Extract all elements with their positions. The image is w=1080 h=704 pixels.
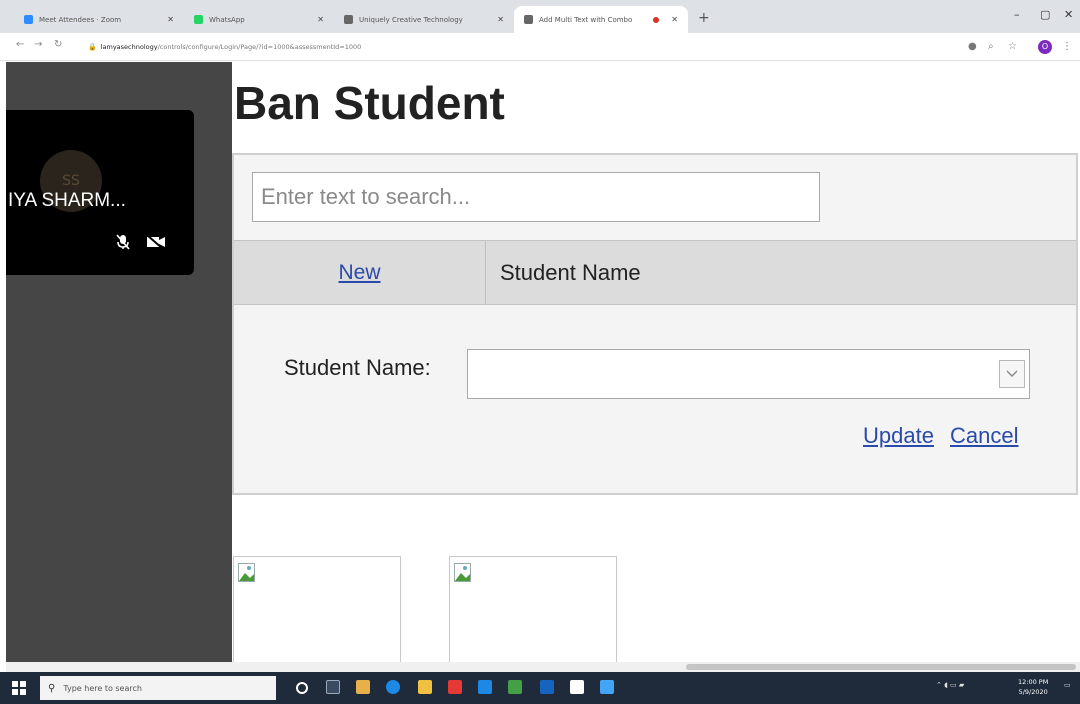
page-title: Ban Student: [234, 77, 505, 129]
office-icon[interactable]: [448, 680, 462, 694]
address-host: lamyasechnology: [100, 43, 158, 51]
browser-tab[interactable]: Uniquely Creative Technology ✕: [334, 6, 514, 33]
scrollbar-thumb[interactable]: [686, 664, 1076, 670]
student-grid: New Student Name Student Name: Update Ca…: [232, 153, 1078, 495]
menu-icon[interactable]: ⋮: [1062, 41, 1072, 52]
tab-label: Uniquely Creative Technology: [359, 15, 463, 24]
maximize-icon[interactable]: ▢: [1040, 8, 1050, 21]
broken-image-icon: [238, 563, 256, 583]
windows-taskbar: ⚲ Type here to search ⌃ ◖ ▭ ▰ 12:00 PM 5…: [0, 672, 1080, 704]
word-icon[interactable]: [540, 680, 554, 694]
close-tab-icon[interactable]: ✕: [489, 15, 504, 24]
browser-tab-active[interactable]: Add Multi Text with Combo ✕: [514, 6, 688, 33]
microphone-muted-icon: [116, 234, 130, 254]
image-placeholder: [233, 556, 401, 666]
meeting-side-panel: SS IYA SHARM...: [6, 62, 232, 662]
close-tab-icon[interactable]: ✕: [159, 15, 174, 24]
task-view-icon[interactable]: [326, 680, 340, 694]
system-tray-icons[interactable]: ⌃ ◖ ▭ ▰: [936, 681, 964, 689]
edit-form-row: Student Name: Update Cancel: [234, 305, 1076, 493]
reload-icon[interactable]: ↻: [54, 39, 62, 50]
tab-label: WhatsApp: [209, 15, 245, 24]
back-icon[interactable]: ←: [16, 39, 24, 50]
close-tab-icon[interactable]: ✕: [663, 15, 678, 24]
participant-name: IYA SHARM...: [8, 190, 126, 211]
new-link[interactable]: New: [338, 261, 380, 285]
dropdown-button[interactable]: [999, 360, 1025, 388]
whatsapp-icon: [194, 15, 203, 24]
edge-icon[interactable]: [386, 680, 400, 694]
taskbar-clock[interactable]: 12:00 PM 5/9/2020: [1018, 677, 1048, 697]
search-icon: ⚲: [48, 682, 56, 694]
update-link[interactable]: Update: [863, 423, 934, 449]
cancel-link[interactable]: Cancel: [950, 423, 1018, 449]
close-window-icon[interactable]: ✕: [1064, 8, 1073, 21]
store-icon[interactable]: [478, 680, 492, 694]
clock-date: 5/9/2020: [1018, 688, 1048, 696]
chevron-down-icon: [1006, 367, 1018, 381]
browser-tab[interactable]: Meet Attendees · Zoom ✕: [14, 6, 184, 33]
windows-start-icon[interactable]: [12, 681, 26, 695]
taskbar-search[interactable]: ⚲ Type here to search: [40, 676, 276, 700]
profile-avatar[interactable]: O: [1038, 40, 1052, 54]
minimize-icon[interactable]: –: [1014, 8, 1020, 21]
search-input[interactable]: [252, 172, 820, 222]
grid-header-row: New Student Name: [234, 240, 1076, 305]
clock-time: 12:00 PM: [1018, 678, 1049, 686]
extension-icon[interactable]: ●: [968, 41, 977, 52]
close-tab-icon[interactable]: ✕: [309, 15, 324, 24]
forward-icon[interactable]: →: [34, 39, 42, 50]
lock-icon: 🔒: [88, 43, 97, 51]
photos-icon[interactable]: [600, 680, 614, 694]
cortana-icon[interactable]: [296, 682, 308, 694]
bookmark-star-icon[interactable]: ☆: [1008, 41, 1017, 52]
browser-tab[interactable]: WhatsApp ✕: [184, 6, 334, 33]
tab-label: Add Multi Text with Combo: [539, 15, 633, 24]
column-header-student-name[interactable]: Student Name: [486, 241, 1076, 304]
globe-icon: [344, 15, 353, 24]
mail-icon[interactable]: [570, 680, 584, 694]
address-bar[interactable]: 🔒 lamyasechnology /controls/configure/Lo…: [88, 38, 528, 56]
zoom-lens-icon[interactable]: ⌕: [988, 41, 994, 52]
camera-off-icon: [146, 234, 166, 250]
recording-icon: [653, 16, 660, 23]
excel-icon[interactable]: [508, 680, 522, 694]
image-placeholder: [449, 556, 617, 666]
address-path: /controls/configure/Login/Page/?id=1000&…: [157, 43, 362, 51]
search-row: [234, 155, 1076, 240]
horizontal-scrollbar[interactable]: [6, 662, 1080, 672]
browser-toolbar: ← → ↻ 🔒 lamyasechnology /controls/config…: [0, 33, 1080, 61]
chrome-icon[interactable]: [356, 680, 370, 694]
notifications-icon[interactable]: ▭: [1064, 681, 1071, 689]
student-name-label: Student Name:: [284, 355, 431, 380]
command-column-header: New: [234, 241, 486, 304]
student-name-combobox[interactable]: [467, 349, 1030, 399]
tab-label: Meet Attendees · Zoom: [39, 15, 122, 24]
participant-tile[interactable]: SS IYA SHARM...: [6, 110, 194, 275]
broken-image-icon: [454, 563, 472, 583]
file-explorer-icon[interactable]: [418, 680, 432, 694]
taskbar-search-placeholder: Type here to search: [63, 683, 142, 693]
browser-tabstrip: Meet Attendees · Zoom ✕ WhatsApp ✕ Uniqu…: [0, 0, 1080, 33]
zoom-icon: [24, 15, 33, 24]
globe-icon: [524, 15, 533, 24]
new-tab-icon[interactable]: +: [698, 10, 710, 26]
